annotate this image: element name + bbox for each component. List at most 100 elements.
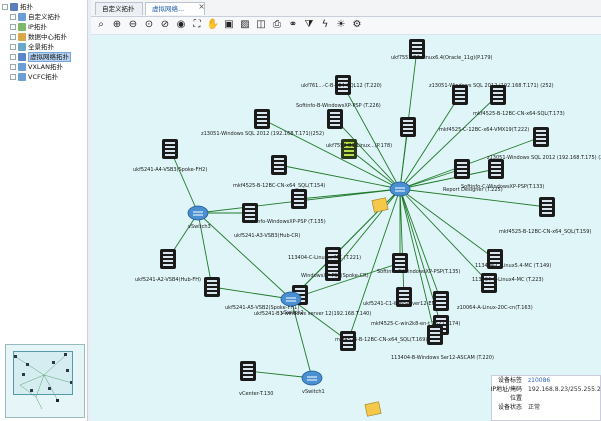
server-node[interactable] xyxy=(254,109,270,129)
server-node[interactable] xyxy=(427,325,443,345)
expand-icon[interactable] xyxy=(10,14,16,20)
server-bay xyxy=(163,256,173,258)
server-node[interactable] xyxy=(162,139,178,159)
server-bay xyxy=(165,154,175,156)
info-value[interactable]: z10086 xyxy=(528,376,550,385)
server-node[interactable] xyxy=(271,155,287,175)
server-bay xyxy=(436,298,446,300)
network-link[interactable] xyxy=(399,94,499,190)
network-link[interactable] xyxy=(261,118,401,190)
bulb-icon[interactable]: ☀ xyxy=(335,19,347,31)
network-link[interactable] xyxy=(399,188,405,298)
server-node[interactable] xyxy=(539,197,555,217)
server-node[interactable] xyxy=(204,277,220,297)
network-link[interactable] xyxy=(298,188,401,200)
server-bay xyxy=(274,166,284,168)
tree-item[interactable]: IP拓扑 xyxy=(2,22,87,32)
expand-icon[interactable] xyxy=(10,34,16,40)
server-node[interactable] xyxy=(533,127,549,147)
server-bay xyxy=(491,166,501,168)
print-icon[interactable]: ⎙ xyxy=(271,19,283,31)
network-link[interactable] xyxy=(399,188,442,302)
network-link[interactable] xyxy=(399,136,542,190)
overview-viewport[interactable] xyxy=(13,351,73,395)
network-link[interactable] xyxy=(211,286,292,300)
server-label: WindowsXP-PSP(Spoke-CR) xyxy=(301,273,369,279)
zoom-fit-icon[interactable]: ⊙ xyxy=(143,19,155,31)
server-bay xyxy=(490,252,500,254)
info-row: IP地址/掩码 192.168.8.23/255.255.255.0 xyxy=(490,385,601,394)
tree-item[interactable]: 虚拟网络拓扑 xyxy=(2,52,87,62)
server-bay xyxy=(344,150,354,152)
server-bay xyxy=(395,260,405,262)
lightning-icon[interactable]: ϟ xyxy=(319,19,331,31)
server-node[interactable] xyxy=(341,139,357,159)
folder-icon[interactable] xyxy=(364,401,382,417)
save-icon[interactable]: ▣ xyxy=(223,19,235,31)
server-bay xyxy=(403,132,413,134)
switch-icon[interactable] xyxy=(389,181,411,197)
tree-item[interactable]: 数据中心拓扑 xyxy=(2,32,87,42)
tab-virtual-network[interactable]: 虚拟网络... × xyxy=(145,2,205,15)
tree-item-label: 虚拟网络拓扑 xyxy=(28,52,71,62)
server-node[interactable] xyxy=(291,189,307,209)
server-node[interactable] xyxy=(481,273,497,293)
collapse-icon[interactable] xyxy=(2,4,8,10)
tree-item[interactable]: 全景拓扑 xyxy=(2,42,87,52)
hand-icon[interactable]: ✋ xyxy=(207,19,219,31)
server-node[interactable] xyxy=(327,109,343,129)
server-label: 113404-C-Linux5.4-MC (T.149) xyxy=(475,263,551,269)
server-bay xyxy=(542,208,552,210)
layout-icon[interactable]: ◫ xyxy=(255,19,267,31)
expand-icon[interactable] xyxy=(10,54,16,60)
binoculars-icon[interactable]: ⚭ xyxy=(287,19,299,31)
zoom-reset-icon[interactable]: ⊘ xyxy=(159,19,171,31)
switch-icon[interactable] xyxy=(187,205,209,221)
server-label: mkf4525-C-12BC-x64-VMX19(T.222) xyxy=(439,127,529,133)
server-node[interactable] xyxy=(242,203,258,223)
tree-item[interactable]: VCFC拓扑 xyxy=(2,72,87,82)
server-bay xyxy=(294,204,304,206)
topology-graph[interactable]: ukf7552-B2-Linux6.4(Oracle_11g)(P.179)uk… xyxy=(91,35,601,421)
tab-label: 自定义拓扑 xyxy=(102,5,135,13)
filter-icon[interactable]: ⧩ xyxy=(303,19,315,31)
switch-icon[interactable] xyxy=(280,291,302,307)
server-node[interactable] xyxy=(160,249,176,269)
info-key: IP地址/掩码 xyxy=(490,386,522,393)
server-bay xyxy=(243,364,253,366)
tree-item-label: VXLAN拓扑 xyxy=(28,63,63,71)
server-node[interactable] xyxy=(433,291,449,311)
search-icon[interactable]: ⌕ xyxy=(95,19,107,31)
folder-icon[interactable] xyxy=(371,197,389,213)
tree-item[interactable]: 自定义拓扑 xyxy=(2,12,87,22)
network-link[interactable] xyxy=(399,94,461,190)
tab-custom-topology[interactable]: 自定义拓扑 xyxy=(95,2,143,15)
folder-icon xyxy=(18,53,26,61)
overview-map[interactable] xyxy=(5,344,85,418)
settings-icon[interactable]: ⚙ xyxy=(351,19,363,31)
tree-item[interactable]: VXLAN拓扑 xyxy=(2,62,87,72)
fullscreen-icon[interactable]: ⛶ xyxy=(191,19,203,31)
tab-label: 虚拟网络... xyxy=(152,5,185,13)
expand-icon[interactable] xyxy=(10,24,16,30)
server-bay xyxy=(328,268,338,270)
eye-icon[interactable]: ◉ xyxy=(175,19,187,31)
switch-icon[interactable] xyxy=(301,370,323,386)
zoom-in-icon[interactable]: ⊕ xyxy=(111,19,123,31)
image-icon[interactable]: ▨ xyxy=(239,19,251,31)
expand-icon[interactable] xyxy=(10,74,16,80)
server-node[interactable] xyxy=(454,159,470,179)
server-node[interactable] xyxy=(400,117,416,137)
tree-root[interactable]: 拓扑 xyxy=(2,2,87,12)
server-bay xyxy=(243,368,253,370)
expand-icon[interactable] xyxy=(10,64,16,70)
server-label: ukf5241-C1-WINServer12-EN xyxy=(363,301,436,307)
expand-icon[interactable] xyxy=(10,44,16,50)
network-link[interactable] xyxy=(290,298,349,342)
topology-canvas[interactable]: ukf7552-B2-Linux6.4(Oracle_11g)(P.179) uk… xyxy=(91,35,601,421)
server-node[interactable] xyxy=(240,361,256,381)
folder-icon xyxy=(18,43,26,51)
server-node[interactable] xyxy=(488,159,504,179)
close-icon[interactable]: × xyxy=(198,0,205,13)
zoom-out-icon[interactable]: ⊖ xyxy=(127,19,139,31)
